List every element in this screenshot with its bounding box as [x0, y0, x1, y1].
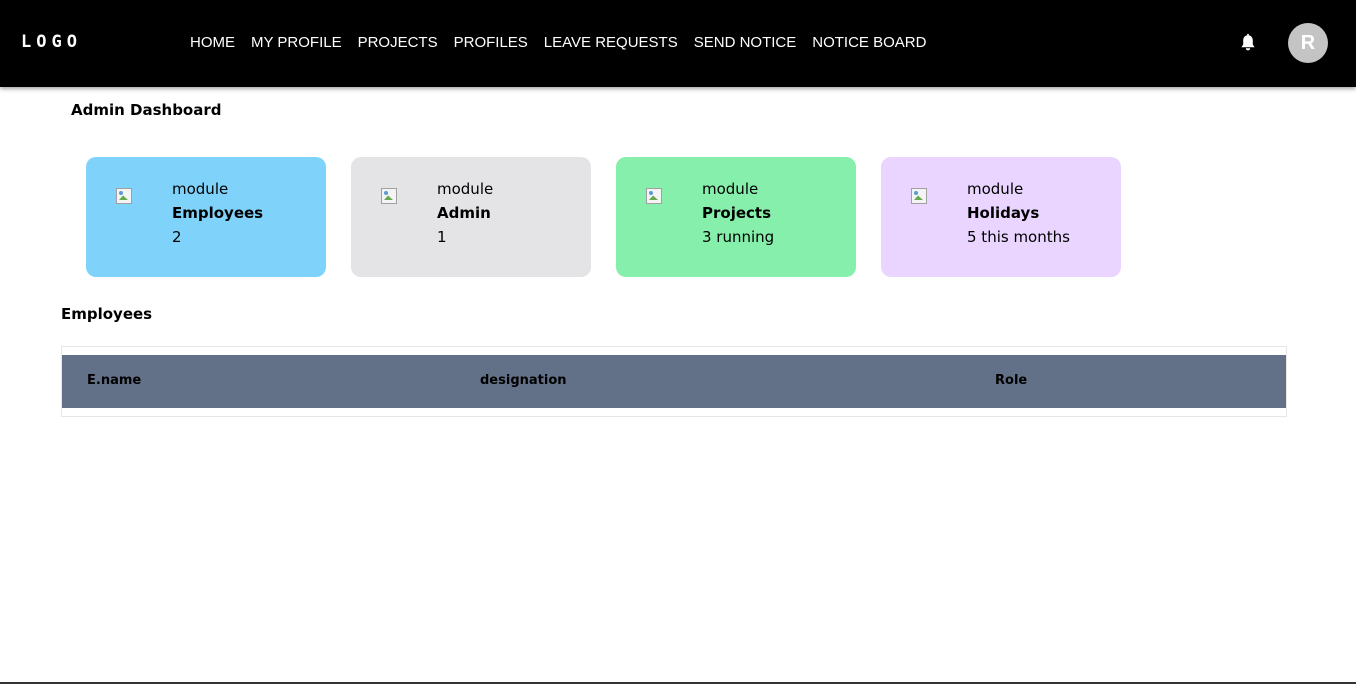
broken-image-icon: [911, 188, 927, 204]
bell-icon[interactable]: [1238, 33, 1258, 53]
card-value: 1: [437, 228, 447, 246]
module-card-holidays[interactable]: module Holidays 5 this months: [881, 157, 1121, 277]
page-title: Admin Dashboard: [71, 101, 222, 119]
top-navbar: LOGO HOME MY PROFILE PROJECTS PROFILES L…: [0, 0, 1356, 87]
table-header: E.name designation Role: [62, 355, 1286, 408]
broken-image-icon: [646, 188, 662, 204]
nav-notice-board[interactable]: NOTICE BOARD: [812, 34, 926, 52]
nav-leave-requests[interactable]: LEAVE REQUESTS: [544, 34, 678, 52]
card-name: Projects: [702, 204, 772, 222]
nav-send-notice[interactable]: SEND NOTICE: [694, 34, 797, 52]
module-card-admin[interactable]: module Admin 1: [351, 157, 591, 277]
card-name: Employees: [172, 204, 264, 222]
card-value: 2: [172, 228, 182, 246]
broken-image-icon: [116, 188, 132, 204]
module-card-employees[interactable]: module Employees 2: [86, 157, 326, 277]
nav-projects[interactable]: PROJECTS: [358, 34, 438, 52]
card-caption: module: [702, 180, 759, 198]
avatar[interactable]: R: [1288, 23, 1328, 63]
card-name: Holidays: [967, 204, 1040, 222]
column-header-ename[interactable]: E.name: [87, 373, 141, 389]
card-value: 5 this months: [967, 228, 1070, 246]
card-name: Admin: [437, 204, 491, 222]
column-header-designation[interactable]: designation: [480, 373, 567, 389]
card-value: 3 running: [702, 228, 775, 246]
employees-table: E.name designation Role: [61, 346, 1287, 417]
card-caption: module: [437, 180, 494, 198]
card-caption: module: [967, 180, 1024, 198]
main-nav: HOME MY PROFILE PROJECTS PROFILES LEAVE …: [190, 34, 942, 52]
module-card-projects[interactable]: module Projects 3 running: [616, 157, 856, 277]
employees-section-title: Employees: [61, 305, 153, 323]
nav-profiles[interactable]: PROFILES: [454, 34, 528, 52]
nav-home[interactable]: HOME: [190, 34, 235, 52]
logo[interactable]: LOGO: [21, 32, 82, 52]
column-header-role[interactable]: Role: [995, 373, 1027, 389]
card-caption: module: [172, 180, 229, 198]
nav-my-profile[interactable]: MY PROFILE: [251, 34, 342, 52]
broken-image-icon: [381, 188, 397, 204]
